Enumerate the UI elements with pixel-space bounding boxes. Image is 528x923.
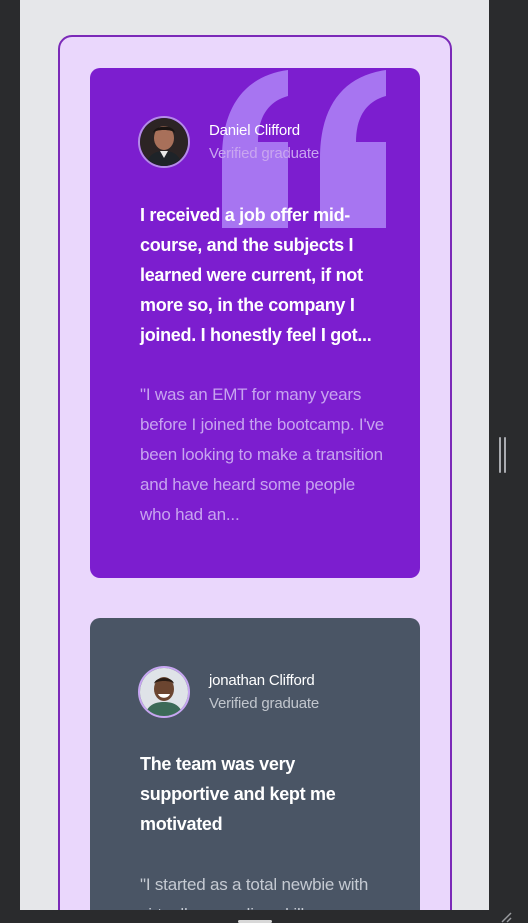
author-block: Daniel Clifford Verified graduate [138, 116, 319, 168]
testimonial-card-daniel: Daniel Clifford Verified graduate I rece… [90, 68, 420, 578]
avatar-daniel [138, 116, 190, 168]
author-name: jonathan Clifford [209, 672, 315, 689]
left-window-edge [0, 0, 20, 923]
testimonial-headline: I received a job offer mid-course, and t… [140, 205, 372, 345]
author-block: jonathan Clifford Verified graduate [138, 666, 319, 718]
testimonial-card-jonathan: jonathan Clifford Verified graduate The … [90, 618, 420, 910]
testimonial-quote: "I started as a total newbie with virtua… [140, 875, 369, 910]
bottom-bar [20, 910, 528, 923]
testimonial-quote: "I was an EMT for many years before I jo… [140, 385, 385, 524]
page-viewport: Daniel Clifford Verified graduate I rece… [20, 0, 489, 910]
resize-corner-icon[interactable] [500, 912, 514, 923]
drag-handle-icon[interactable] [499, 437, 507, 473]
devtools-side-panel [489, 0, 528, 923]
testimonials-frame: Daniel Clifford Verified graduate I rece… [58, 35, 452, 910]
author-role: Verified graduate [209, 145, 320, 162]
testimonial-headline: The team was very supportive and kept me… [140, 754, 336, 834]
author-name: Daniel Clifford [209, 122, 300, 139]
author-role: Verified graduate [209, 695, 320, 712]
avatar-jonathan [138, 666, 190, 718]
